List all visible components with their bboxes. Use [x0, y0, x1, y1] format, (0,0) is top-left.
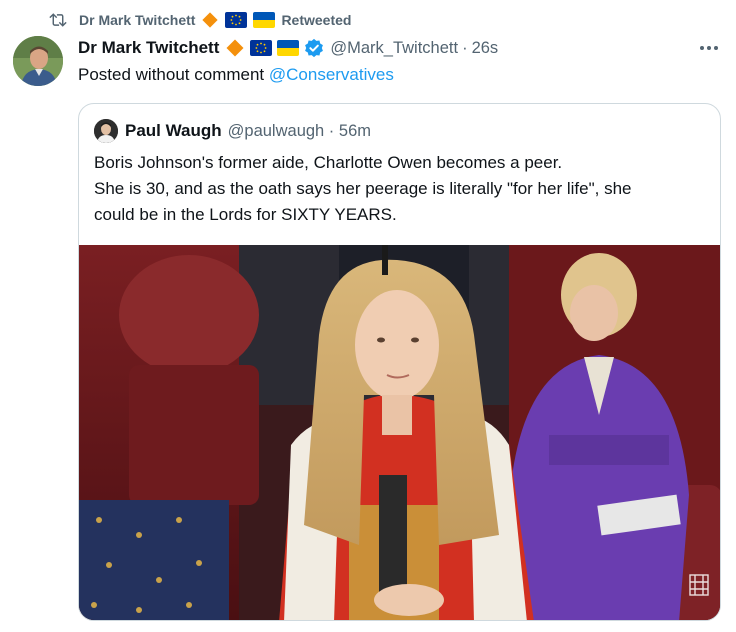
dot-icon — [700, 46, 704, 50]
retweet-indicator[interactable]: Dr Mark Twitchett Retweeted — [49, 9, 351, 31]
tweet-text: Posted without comment @Conservatives — [78, 64, 394, 86]
quoted-text-line: She is 30, and as the oath says her peer… — [94, 179, 632, 198]
ukraine-flag-icon — [277, 40, 300, 56]
verified-badge-icon[interactable] — [304, 38, 324, 58]
author-avatar[interactable] — [13, 36, 63, 86]
tweet-body: Posted without comment — [78, 65, 269, 84]
retweeted-label: Retweeted — [281, 12, 352, 28]
tweet-time[interactable]: 26s — [472, 39, 499, 58]
mention-link[interactable]: @Conservatives — [269, 65, 394, 84]
more-options-button[interactable] — [697, 38, 721, 58]
orange-diamond-icon — [201, 11, 219, 29]
author-handle[interactable]: @Mark_Twitchett — [330, 39, 458, 58]
eu-flag-icon — [225, 12, 248, 28]
quoted-tweet-header: Paul Waugh @paulwaugh · 56m — [94, 119, 371, 143]
eu-flag-icon — [250, 40, 273, 56]
retweeter-name[interactable]: Dr Mark Twitchett — [79, 12, 195, 28]
retweet-icon — [49, 11, 67, 29]
ukraine-flag-icon — [253, 12, 276, 28]
quoted-text-line: could be in the Lords for SIXTY YEARS. — [94, 205, 397, 224]
dot-icon — [714, 46, 718, 50]
dot-icon — [707, 46, 711, 50]
quoted-tweet-text: Boris Johnson's former aide, Charlotte O… — [94, 150, 704, 228]
quoted-text-line: Boris Johnson's former aide, Charlotte O… — [94, 153, 563, 172]
quoted-tweet-image[interactable] — [79, 245, 720, 620]
quoted-author-name[interactable]: Paul Waugh — [125, 121, 222, 141]
quoted-handle-time[interactable]: @paulwaugh · 56m — [228, 122, 371, 141]
tweet-header: Dr Mark Twitchett @Mark_Twitchett · 26s — [78, 36, 498, 60]
quoted-tweet-card[interactable]: Paul Waugh @paulwaugh · 56m Boris Johnso… — [78, 103, 721, 621]
quoted-author-avatar — [94, 119, 118, 143]
orange-diamond-icon — [225, 38, 245, 58]
author-name[interactable]: Dr Mark Twitchett — [78, 38, 219, 58]
separator-dot: · — [462, 38, 468, 57]
